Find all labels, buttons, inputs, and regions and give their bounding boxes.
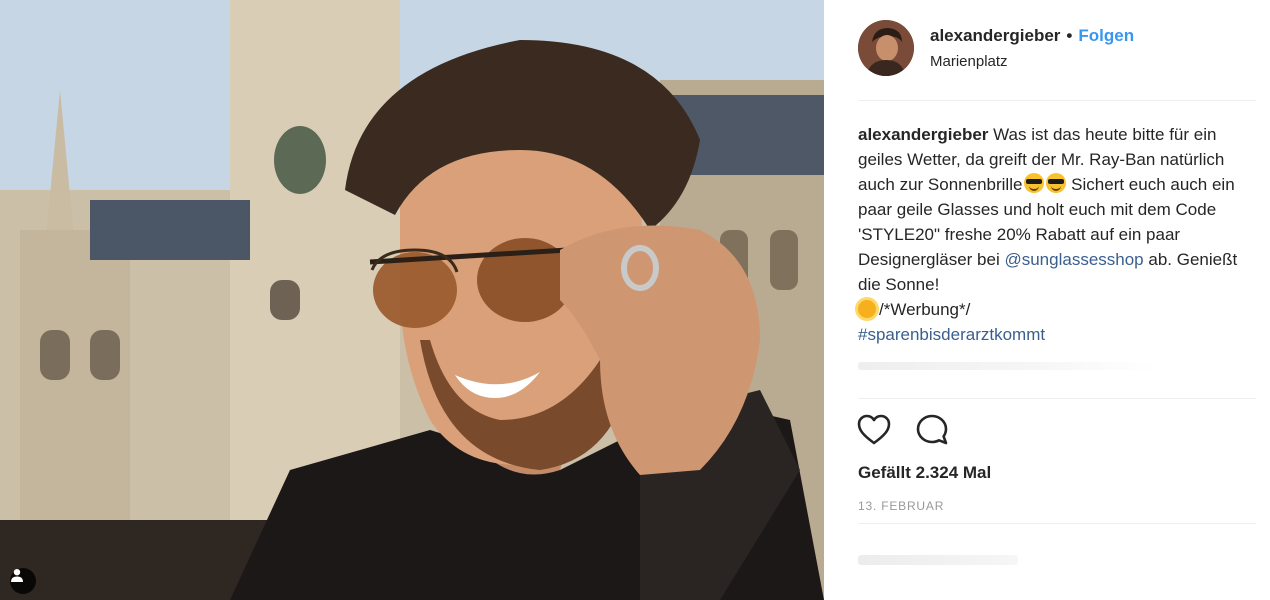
mention-link[interactable]: @sunglassesshop	[1004, 250, 1143, 269]
post-username[interactable]: alexandergieber	[930, 26, 1060, 46]
heart-icon	[857, 414, 891, 445]
faded-comment-text	[858, 362, 1158, 370]
separator-dot: •	[1066, 26, 1073, 45]
post-side-panel: alexandergieber • Folgen Marienplatz ale…	[824, 0, 1270, 600]
comment-button[interactable]	[914, 412, 950, 448]
post-header: alexandergieber • Folgen Marienplatz	[824, 0, 1270, 100]
comment-icon	[916, 414, 948, 445]
hashtag-link[interactable]: #sparenbisderarztkommt	[858, 325, 1045, 344]
sun-emoji-icon	[858, 300, 876, 318]
actions-divider	[858, 398, 1256, 399]
location-link[interactable]: Marienplatz	[930, 53, 1008, 70]
post-photo[interactable]	[0, 0, 824, 600]
post-caption: alexandergieber Was ist das heute bitte …	[858, 122, 1238, 347]
photo-illustration	[0, 0, 824, 600]
comment-input-placeholder[interactable]	[858, 555, 1018, 565]
avatar[interactable]	[858, 20, 914, 76]
ad-label: /*Werbung*/	[879, 300, 971, 319]
sunglasses-emoji-icon	[1046, 173, 1067, 193]
follow-button[interactable]: Folgen	[1078, 26, 1134, 46]
action-bar	[856, 412, 950, 448]
caption-username[interactable]: alexandergieber	[858, 125, 988, 144]
sunglasses-emoji-icon	[1024, 173, 1045, 193]
post-date[interactable]: 13. FEBRUAR	[858, 499, 944, 513]
avatar-portrait	[858, 20, 914, 76]
person-icon	[11, 569, 23, 582]
user-tag-button[interactable]	[10, 568, 36, 594]
likes-count[interactable]: Gefällt 2.324 Mal	[858, 463, 991, 483]
comment-divider	[858, 523, 1256, 524]
like-button[interactable]	[856, 412, 892, 448]
header-divider	[858, 100, 1256, 101]
